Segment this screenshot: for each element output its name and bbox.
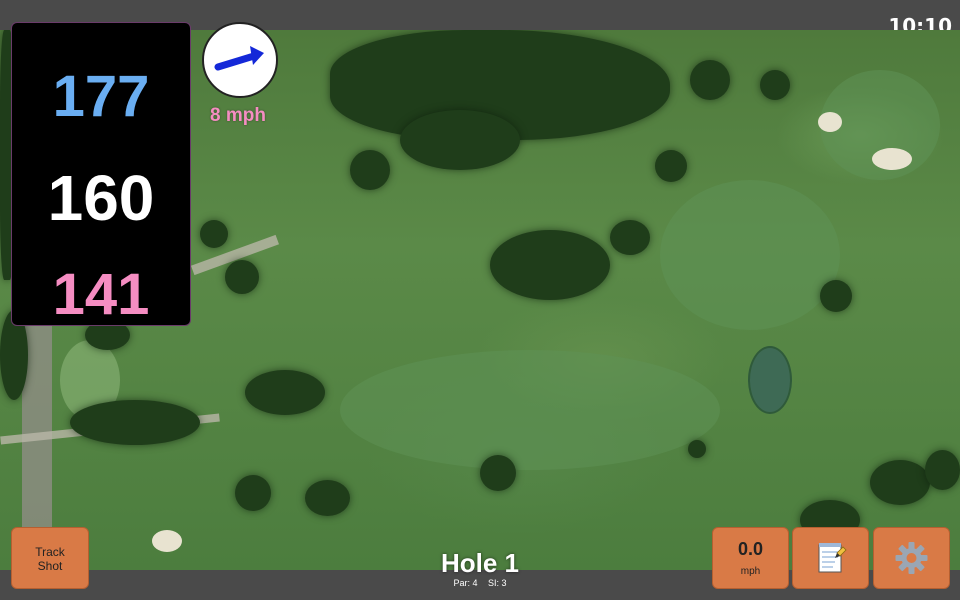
notepad-icon xyxy=(818,543,847,573)
fairway-area xyxy=(340,350,720,470)
distance-front-value: 141 xyxy=(52,262,150,327)
track-shot-label-line2: Shot xyxy=(37,559,63,573)
speed-value: 0.0 xyxy=(737,539,764,559)
tree xyxy=(480,455,516,491)
tree xyxy=(655,150,687,182)
tree xyxy=(305,480,350,516)
wind-direction-arrow-icon xyxy=(214,46,264,71)
tree xyxy=(200,220,228,248)
speed-unit: mph xyxy=(740,566,761,577)
tree-cluster xyxy=(400,110,520,170)
distance-panel: 177 160 141 xyxy=(11,22,191,327)
notes-button[interactable] xyxy=(792,527,869,589)
tree xyxy=(690,60,730,100)
tree xyxy=(610,220,650,255)
tree-cluster xyxy=(870,460,930,505)
settings-button[interactable] xyxy=(873,527,950,589)
tree xyxy=(235,475,271,511)
tree xyxy=(760,70,790,100)
tree xyxy=(925,450,960,490)
hole-info: Par: 4 SI: 3 xyxy=(380,578,580,588)
bunker xyxy=(818,112,842,132)
tree xyxy=(225,260,259,294)
hole-stroke-index: SI: 3 xyxy=(488,578,507,588)
tree-cluster xyxy=(70,400,200,445)
pond xyxy=(748,346,792,414)
bunker xyxy=(152,530,182,552)
wind-indicator xyxy=(202,22,278,98)
distance-middle-value: 160 xyxy=(47,162,155,234)
speed-button[interactable]: 0.0 mph xyxy=(712,527,789,589)
track-shot-button[interactable]: Track Shot xyxy=(11,527,89,589)
hole-title: Hole 1 xyxy=(440,548,520,578)
tree xyxy=(820,280,852,312)
distance-back-value: 177 xyxy=(52,64,150,129)
tree xyxy=(688,440,706,458)
track-shot-label-line1: Track xyxy=(35,545,65,559)
tree-cluster xyxy=(245,370,325,415)
tree xyxy=(350,150,390,190)
bunker xyxy=(872,148,912,170)
tree-cluster xyxy=(490,230,610,300)
fairway-area xyxy=(660,180,840,330)
wind-speed-label: 8 mph xyxy=(210,105,266,126)
hole-par: Par: 4 xyxy=(453,578,478,588)
gear-icon xyxy=(895,542,928,574)
